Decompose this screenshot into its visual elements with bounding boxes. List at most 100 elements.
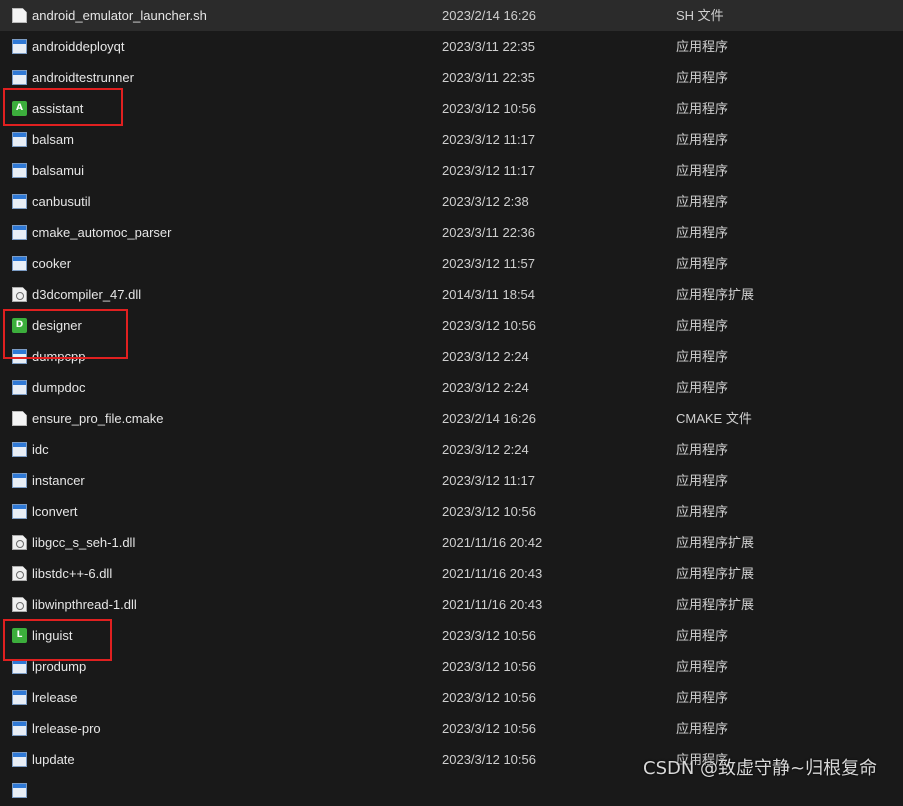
file-row[interactable]: androiddeployqt 2023/3/11 22:35 应用程序 xyxy=(0,31,903,62)
file-row[interactable]: lrelease-pro 2023/3/12 10:56 应用程序 xyxy=(0,713,903,744)
file-type: 应用程序扩展 xyxy=(676,287,755,302)
file-modified-date: 2023/3/11 22:35 xyxy=(442,39,536,54)
file-type: 应用程序 xyxy=(676,101,729,116)
file-name: androiddeployqt xyxy=(32,39,125,54)
app-icon xyxy=(12,349,27,364)
file-row[interactable]: cooker 2023/3/12 11:57 应用程序 xyxy=(0,248,903,279)
file-name: dumpdoc xyxy=(32,380,86,395)
file-icon xyxy=(12,411,27,426)
dll-icon xyxy=(12,287,27,302)
file-type: 应用程序 xyxy=(676,721,729,736)
file-row[interactable]: androidtestrunner 2023/3/11 22:35 应用程序 xyxy=(0,62,903,93)
file-type: 应用程序扩展 xyxy=(676,597,755,612)
file-name: libgcc_s_seh-1.dll xyxy=(32,535,136,550)
file-list: android_emulator_launcher.sh 2023/2/14 16… xyxy=(0,0,903,806)
file-modified-date: 2023/3/12 10:56 xyxy=(442,628,536,643)
file-name: balsam xyxy=(32,132,74,147)
file-modified-date: 2023/3/12 2:24 xyxy=(442,349,529,364)
file-modified-date: 2021/11/16 20:43 xyxy=(442,597,543,612)
file-row[interactable]: lconvert 2023/3/12 10:56 应用程序 xyxy=(0,496,903,527)
file-name: lupdate xyxy=(32,752,75,767)
file-modified-date: 2021/11/16 20:43 xyxy=(442,566,543,581)
file-name: lrelease xyxy=(32,690,78,705)
app-icon xyxy=(12,721,27,736)
file-name: dumpcpp xyxy=(32,349,86,364)
file-modified-date: 2023/3/12 10:56 xyxy=(442,504,536,519)
file-row[interactable]: dumpdoc 2023/3/12 2:24 应用程序 xyxy=(0,372,903,403)
file-name: androidtestrunner xyxy=(32,70,134,85)
file-name: libstdc++-6.dll xyxy=(32,566,113,581)
file-name: lprodump xyxy=(32,659,87,674)
file-row[interactable]: Ddesigner 2023/3/12 10:56 应用程序 xyxy=(0,310,903,341)
file-name: ensure_pro_file.cmake xyxy=(32,411,164,426)
file-type: 应用程序 xyxy=(676,380,729,395)
file-name: instancer xyxy=(32,473,85,488)
file-row[interactable]: canbusutil 2023/3/12 2:38 应用程序 xyxy=(0,186,903,217)
file-modified-date: 2023/3/12 11:17 xyxy=(442,132,536,147)
file-name: balsamui xyxy=(32,163,85,178)
file-type: 应用程序 xyxy=(676,70,729,85)
file-modified-date: 2023/3/12 10:56 xyxy=(442,752,536,767)
app-icon xyxy=(12,659,27,674)
file-name: lrelease-pro xyxy=(32,721,101,736)
file-row[interactable]: balsamui 2023/3/12 11:17 应用程序 xyxy=(0,155,903,186)
qt-assistant-icon: A xyxy=(12,101,27,116)
file-modified-date: 2023/3/11 22:35 xyxy=(442,70,536,85)
app-icon xyxy=(12,256,27,271)
file-icon xyxy=(12,8,27,23)
file-row[interactable]: lprodump 2023/3/12 10:56 应用程序 xyxy=(0,651,903,682)
file-row[interactable]: instancer 2023/3/12 11:17 应用程序 xyxy=(0,465,903,496)
file-type: 应用程序 xyxy=(676,132,729,147)
file-modified-date: 2023/3/12 2:24 xyxy=(442,442,529,457)
file-name: assistant xyxy=(32,101,84,116)
dll-icon xyxy=(12,597,27,612)
file-type: 应用程序扩展 xyxy=(676,566,755,581)
qt-linguist-icon: L xyxy=(12,628,27,643)
app-icon xyxy=(12,504,27,519)
file-type: 应用程序 xyxy=(676,442,729,457)
watermark: CSDN @致虚守静~归根复命 xyxy=(643,758,878,779)
file-type: 应用程序 xyxy=(676,318,729,333)
app-icon xyxy=(12,473,27,488)
file-name: android_emulator_launcher.sh xyxy=(32,8,207,23)
file-row[interactable]: Aassistant 2023/3/12 10:56 应用程序 xyxy=(0,93,903,124)
file-row[interactable]: Llinguist 2023/3/12 10:56 应用程序 xyxy=(0,620,903,651)
file-modified-date: 2021/11/16 20:42 xyxy=(442,535,543,550)
file-type: 应用程序 xyxy=(676,39,729,54)
file-name: lconvert xyxy=(32,504,78,519)
file-modified-date: 2023/3/12 10:56 xyxy=(442,659,536,674)
file-row[interactable]: libstdc++-6.dll 2021/11/16 20:43 应用程序扩展 xyxy=(0,558,903,589)
file-type: 应用程序 xyxy=(676,163,729,178)
file-modified-date: 2023/3/12 10:56 xyxy=(442,690,536,705)
file-type: 应用程序 xyxy=(676,628,729,643)
dll-icon xyxy=(12,566,27,581)
file-modified-date: 2023/3/12 10:56 xyxy=(442,101,536,116)
file-row[interactable]: balsam 2023/3/12 11:17 应用程序 xyxy=(0,124,903,155)
file-row[interactable]: d3dcompiler_47.dll 2014/3/11 18:54 应用程序扩展 xyxy=(0,279,903,310)
file-name: canbusutil xyxy=(32,194,91,209)
file-modified-date: 2023/3/12 2:38 xyxy=(442,194,529,209)
file-modified-date: 2014/3/11 18:54 xyxy=(442,287,536,302)
file-name: libwinpthread-1.dll xyxy=(32,597,137,612)
file-modified-date: 2023/3/12 2:24 xyxy=(442,380,529,395)
file-type: CMAKE 文件 xyxy=(676,411,752,426)
file-row[interactable]: libgcc_s_seh-1.dll 2021/11/16 20:42 应用程序扩展 xyxy=(0,527,903,558)
file-row[interactable]: libwinpthread-1.dll 2021/11/16 20:43 应用程序扩… xyxy=(0,589,903,620)
file-name: linguist xyxy=(32,628,73,643)
file-type: 应用程序扩展 xyxy=(676,535,755,550)
file-modified-date: 2023/3/12 11:17 xyxy=(442,473,536,488)
file-row[interactable]: lrelease 2023/3/12 10:56 应用程序 xyxy=(0,682,903,713)
app-icon xyxy=(12,70,27,85)
file-modified-date: 2023/3/12 10:56 xyxy=(442,721,536,736)
file-row[interactable]: idc 2023/3/12 2:24 应用程序 xyxy=(0,434,903,465)
file-modified-date: 2023/3/12 11:17 xyxy=(442,163,536,178)
file-type: 应用程序 xyxy=(676,690,729,705)
file-row[interactable]: cmake_automoc_parser 2023/3/11 22:36 应用程序 xyxy=(0,217,903,248)
file-row[interactable]: dumpcpp 2023/3/12 2:24 应用程序 xyxy=(0,341,903,372)
app-icon xyxy=(12,690,27,705)
file-name: cooker xyxy=(32,256,72,271)
qt-designer-icon: D xyxy=(12,318,27,333)
app-icon xyxy=(12,225,27,240)
file-row[interactable]: android_emulator_launcher.sh 2023/2/14 16… xyxy=(0,0,903,31)
file-row[interactable]: ensure_pro_file.cmake 2023/2/14 16:26 CMAK… xyxy=(0,403,903,434)
